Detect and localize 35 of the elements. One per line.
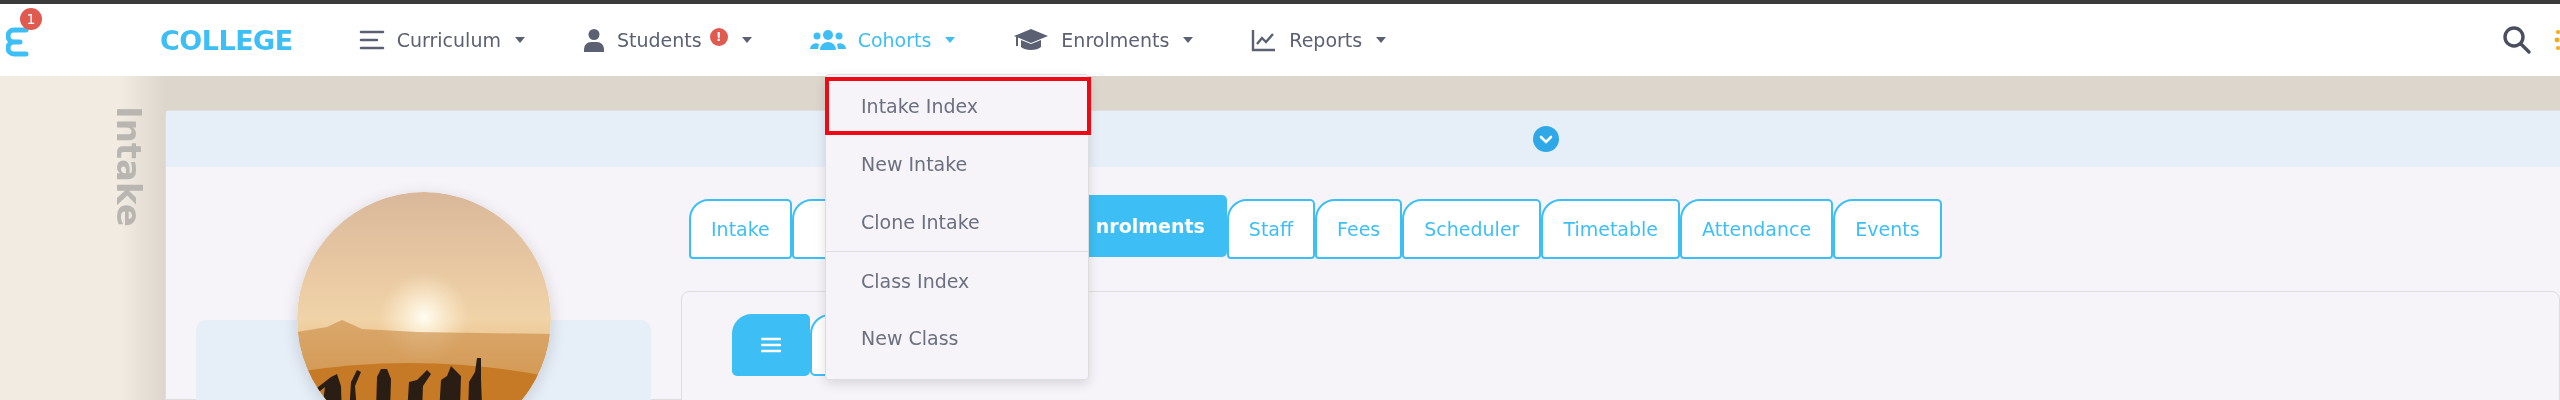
notification-badge: 1 xyxy=(20,8,42,30)
caret-icon xyxy=(1183,37,1194,43)
tab[interactable]: Fees xyxy=(1315,199,1403,259)
menu-icon xyxy=(358,29,385,51)
tab[interactable]: Events xyxy=(1833,199,1942,259)
nav-menu-item[interactable]: Cohorts xyxy=(809,23,956,57)
menu-item[interactable]: Intake Index xyxy=(825,77,1091,135)
search-icon[interactable] xyxy=(2502,25,2532,55)
caret-icon xyxy=(1376,37,1387,43)
page-title: Intake xyxy=(109,106,149,227)
brand-name[interactable]: COLLEGE xyxy=(160,24,293,56)
tab[interactable]: Intake xyxy=(689,199,792,259)
dots-icon[interactable] xyxy=(2554,28,2560,52)
nav-menu-item[interactable]: Students ! xyxy=(582,22,752,58)
chevron-down-icon[interactable] xyxy=(1533,126,1559,152)
caret-icon xyxy=(945,37,956,43)
caret-icon xyxy=(741,37,752,43)
menu-item[interactable]: New Intake xyxy=(826,135,1088,193)
tab[interactable]: Timetable xyxy=(1541,199,1680,259)
view-button[interactable] xyxy=(732,314,810,376)
alert-badge: ! xyxy=(709,28,728,46)
caret-icon xyxy=(514,37,525,43)
person-icon xyxy=(582,28,605,52)
tab[interactable]: Scheduler xyxy=(1402,199,1542,259)
people-icon xyxy=(809,29,846,51)
graduation-cap-icon xyxy=(1013,27,1050,53)
nav-menu-item[interactable]: Curriculum xyxy=(358,23,525,57)
menu-item[interactable]: Class Index xyxy=(826,251,1088,309)
tab[interactable]: Staff xyxy=(1226,199,1316,259)
nav-menu-item[interactable]: Enrolments xyxy=(1013,21,1194,59)
menu-item[interactable]: New Class xyxy=(826,309,1088,367)
tab[interactable]: Attendance xyxy=(1680,199,1834,259)
line-chart-icon xyxy=(1251,28,1278,52)
nav-menu-item[interactable]: Reports xyxy=(1251,22,1387,58)
list-icon xyxy=(761,337,781,353)
